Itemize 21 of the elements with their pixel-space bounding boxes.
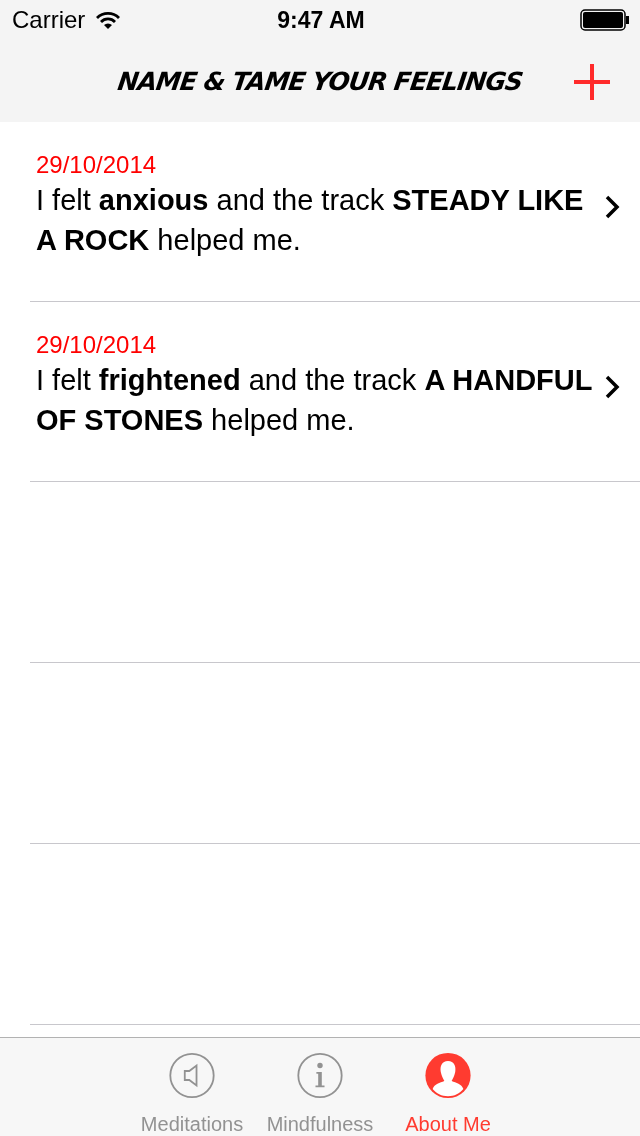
nav-title: NAME & TAME YOUR FEELINGS (115, 66, 525, 96)
info-icon (294, 1052, 346, 1099)
tab-item[interactable]: About Me (388, 1038, 508, 1136)
entry-date: 29/10/2014 (36, 330, 158, 360)
tab-item[interactable]: Mindfulness (260, 1038, 380, 1136)
wifi-icon (95, 10, 122, 30)
entry-date: 29/10/2014 (36, 150, 158, 180)
tab-item[interactable]: Meditations (132, 1038, 252, 1136)
plus-icon (572, 62, 612, 102)
add-button[interactable] (572, 62, 612, 102)
carrier-label: Carrier (12, 6, 86, 34)
battery-icon (580, 9, 630, 31)
chevron-icon (604, 194, 620, 220)
person-icon (422, 1052, 474, 1099)
clock-time: 9:47 AM (277, 6, 365, 34)
entry-row[interactable]: 29/10/2014 I felt anxious and the track STEADY LIKE A ROCK helped me. (30, 122, 640, 302)
entry-row[interactable]: 29/10/2014 I felt frightened and the track A HANDFUL OF STONES helped me. (30, 302, 640, 482)
entry-text: I felt anxious and the track STEADY LIKE A ROCK helped me. (36, 183, 585, 258)
entry-text: I felt frightened and the track A HANDFUL OF STONES helped me. (36, 363, 593, 438)
chevron-icon (604, 374, 620, 400)
speaker-icon (166, 1052, 218, 1099)
